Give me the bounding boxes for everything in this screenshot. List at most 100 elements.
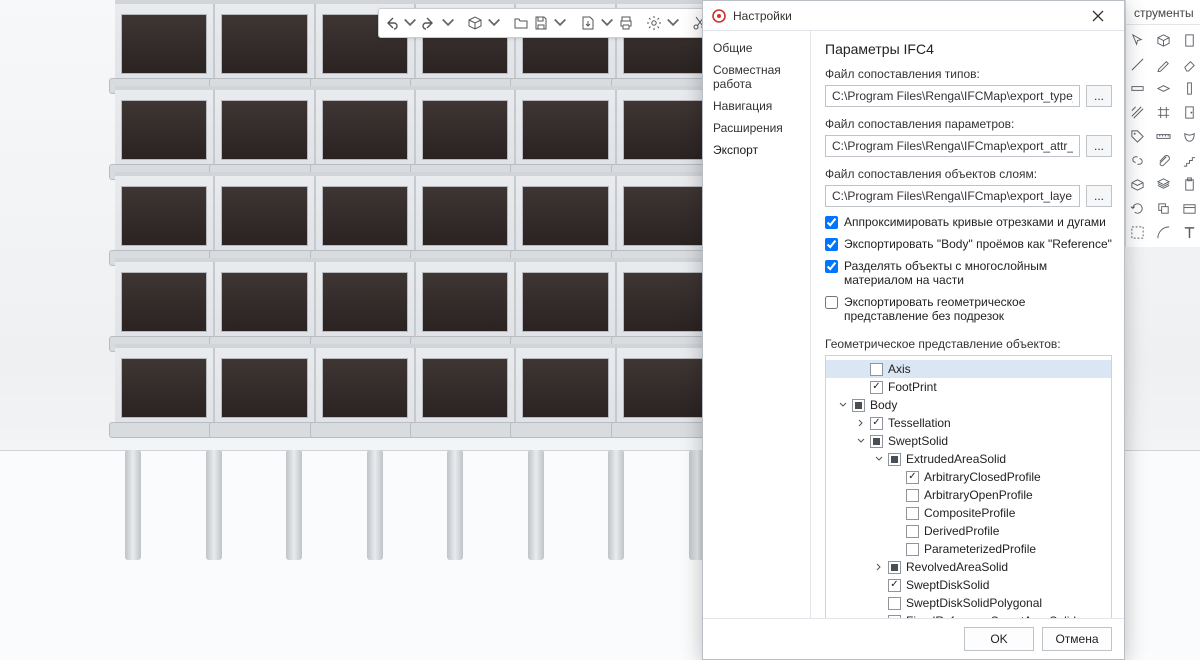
check-body-ref-box[interactable] [825,238,838,251]
input-types-path[interactable] [825,85,1080,107]
check-no-clip[interactable]: Экспортировать геометрическое представле… [825,295,1112,323]
check-split[interactable]: Разделять объекты с многослойным материа… [825,259,1112,287]
chevron-right-icon[interactable] [872,560,886,574]
tree-row[interactable]: ExtrudedAreaSolid [826,450,1111,468]
tree-checkbox[interactable] [870,363,883,376]
tool-openbox-icon[interactable] [1125,173,1149,195]
export-button[interactable] [580,11,596,35]
tree-checkbox[interactable] [888,579,901,592]
check-approximate-box[interactable] [825,216,838,229]
print-button[interactable] [618,11,634,35]
check-split-box[interactable] [825,260,838,273]
tree-checkbox[interactable] [888,597,901,610]
tool-grid-icon[interactable] [1151,101,1175,123]
tool-stairs-icon[interactable] [1177,149,1200,171]
check-approximate[interactable]: Аппроксимировать кривые отрезками и дуга… [825,215,1112,229]
tool-door-icon[interactable] [1177,101,1200,123]
dialog-titlebar[interactable]: Настройки [703,1,1124,31]
chevron-down-icon[interactable] [872,452,886,466]
open-button[interactable] [513,11,529,35]
tree-checkbox[interactable] [906,489,919,502]
chevron-right-icon[interactable] [854,416,868,430]
tool-clipboard-icon[interactable] [1177,173,1200,195]
tree-checkbox[interactable] [888,561,901,574]
check-no-clip-box[interactable] [825,296,838,309]
field-label-types: Файл сопоставления типов: [825,67,1112,81]
nav-item-navigation[interactable]: Навигация [703,95,810,117]
tool-arrow-icon[interactable] [1125,29,1149,51]
tree-checkbox[interactable] [906,543,919,556]
tool-cube-icon[interactable] [1151,29,1175,51]
tool-ruler-icon[interactable] [1151,125,1175,147]
cancel-button[interactable]: Отмена [1042,627,1112,651]
input-params-path[interactable] [825,135,1080,157]
tree-checkbox[interactable] [870,417,883,430]
tree-row[interactable]: SweptSolid [826,432,1111,450]
tree-checkbox[interactable] [906,507,919,520]
tree-row[interactable]: SweptDiskSolidPolygonal [826,594,1111,612]
tool-copy-icon[interactable] [1151,197,1175,219]
nav-item-general[interactable]: Общие [703,37,810,59]
tool-wall-icon[interactable] [1125,77,1149,99]
tool-text-icon[interactable] [1177,221,1200,243]
chevron-down-icon[interactable] [854,434,868,448]
tool-chain-icon[interactable] [1125,149,1149,171]
tree-checkbox[interactable] [906,525,919,538]
geometry-tree[interactable]: AxisFootPrintBodyTessellation SweptSolid E… [825,355,1112,618]
save-button[interactable] [533,11,549,35]
redo-dropdown-icon[interactable] [441,16,455,30]
nav-item-export[interactable]: Экспорт [703,139,810,161]
tool-paperclip-icon[interactable] [1151,149,1175,171]
cube-view-button[interactable] [467,11,483,35]
view-dropdown-icon[interactable] [487,16,501,30]
tool-refresh-icon[interactable] [1125,197,1149,219]
tree-row[interactable]: ArbitraryOpenProfile [826,486,1111,504]
tree-checkbox[interactable] [906,471,919,484]
tree-row[interactable]: Tessellation [826,414,1111,432]
nav-item-extensions[interactable]: Расширения [703,117,810,139]
settings-dropdown-icon[interactable] [666,16,680,30]
tree-checkbox[interactable] [870,435,883,448]
tool-tag-icon[interactable] [1125,125,1149,147]
tool-region-icon[interactable] [1125,221,1149,243]
tree-checkbox[interactable] [888,453,901,466]
browse-types-button[interactable]: ... [1086,85,1112,107]
tree-row[interactable]: RevolvedAreaSolid [826,558,1111,576]
chevron-down-icon[interactable] [836,398,850,412]
tool-eraser-icon[interactable] [1177,53,1200,75]
tool-column-icon[interactable] [1177,77,1200,99]
tree-row[interactable]: SweptDiskSolid [826,576,1111,594]
tool-page-icon[interactable] [1177,29,1200,51]
undo-dropdown-icon[interactable] [403,16,417,30]
tree-item-label: SweptSolid [888,434,948,448]
ok-button[interactable]: OK [964,627,1034,651]
tool-hatch-icon[interactable] [1125,101,1149,123]
input-layers-path[interactable] [825,185,1080,207]
undo-button[interactable] [383,11,399,35]
tree-row[interactable]: Body [826,396,1111,414]
tree-row[interactable]: ArbitraryClosedProfile [826,468,1111,486]
browse-layers-button[interactable]: ... [1086,185,1112,207]
nav-item-collab[interactable]: Совместная работа [703,59,810,95]
tree-row[interactable]: CompositeProfile [826,504,1111,522]
redo-button[interactable] [421,11,437,35]
tree-row[interactable]: DerivedProfile [826,522,1111,540]
export-dropdown-icon[interactable] [600,16,614,30]
tool-slab-icon[interactable] [1151,77,1175,99]
tool-layers-icon[interactable] [1151,173,1175,195]
tree-row[interactable]: FootPrint [826,378,1111,396]
tree-checkbox[interactable] [870,381,883,394]
tree-checkbox[interactable] [852,399,865,412]
tool-mask-icon[interactable] [1177,125,1200,147]
check-body-ref[interactable]: Экспортировать "Body" проёмов как "Refer… [825,237,1112,251]
tool-newwin-icon[interactable] [1177,197,1200,219]
close-button[interactable] [1078,3,1118,29]
tool-pencil-icon[interactable] [1151,53,1175,75]
tree-row[interactable]: Axis [826,360,1111,378]
save-dropdown-icon[interactable] [553,16,567,30]
tool-arc-icon[interactable] [1151,221,1175,243]
tree-row[interactable]: ParameterizedProfile [826,540,1111,558]
tool-line-icon[interactable] [1125,53,1149,75]
browse-params-button[interactable]: ... [1086,135,1112,157]
settings-button[interactable] [646,11,662,35]
